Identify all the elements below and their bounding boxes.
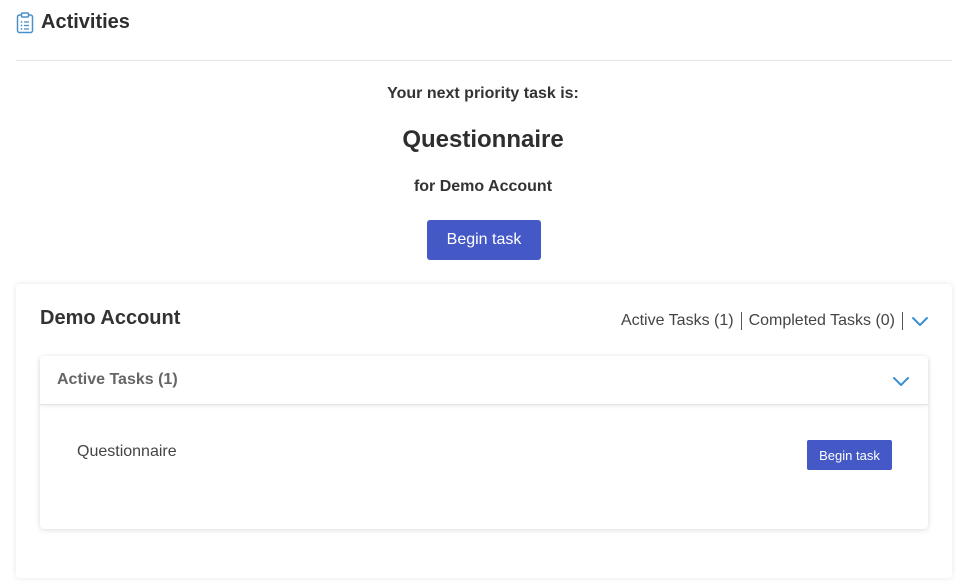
chevron-down-icon[interactable] [891,374,911,388]
priority-task-name: Questionnaire [402,126,564,153]
account-card: Demo Account Active Tasks (1) Completed … [16,284,952,578]
activities-page: Activities Your next priority task is: Q… [0,0,966,588]
active-tasks-panel-title: Active Tasks (1) [57,371,178,388]
priority-account-line: for Demo Account [413,178,553,195]
chevron-down-icon[interactable] [910,314,930,328]
link-divider [902,312,903,330]
active-tasks-panel: Active Tasks (1) Questionnaire Begin tas… [40,356,928,529]
link-divider [740,312,742,330]
clipboard-icon [16,12,34,34]
active-tasks-panel-header[interactable]: Active Tasks (1) [40,356,928,405]
page-header: Activities [16,0,952,61]
begin-priority-task-button[interactable]: Begin task [427,220,541,260]
begin-task-button[interactable]: Begin task [807,440,892,470]
task-name: Questionnaire [77,443,177,460]
task-filter-links: Active Tasks (1) Completed Tasks (0) [621,310,930,332]
account-title: Demo Account [40,307,181,329]
active-tasks-link[interactable]: Active Tasks (1) [621,312,734,330]
priority-label: Your next priority task is: [387,85,579,102]
page-title: Activities [41,11,130,33]
completed-tasks-link[interactable]: Completed Tasks (0) [749,312,895,330]
